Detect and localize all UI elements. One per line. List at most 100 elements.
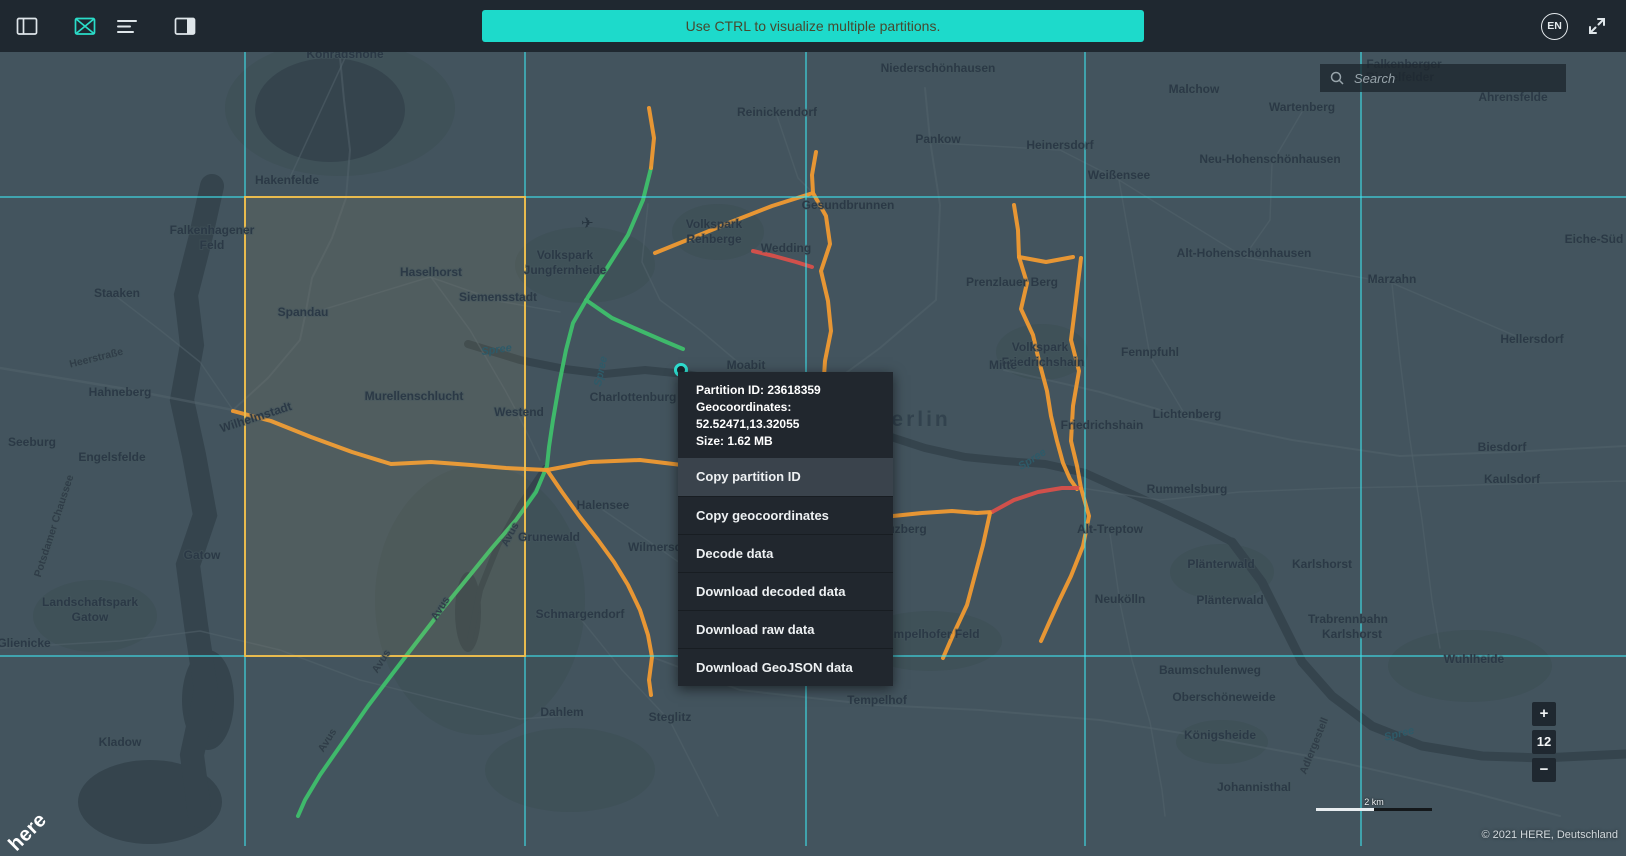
map-label: Engelsfelde: [78, 450, 146, 464]
map-label: Eiche-Süd: [1565, 232, 1624, 246]
traffic-road: [1039, 486, 1091, 643]
map-label: Weißensee: [1088, 168, 1151, 182]
map-label: Volkspark: [686, 217, 743, 231]
map-label: Fennpfuhl: [1121, 345, 1179, 359]
street-line: [937, 142, 1533, 344]
partitions-button[interactable]: [74, 14, 96, 38]
panel-right-button[interactable]: [174, 14, 196, 38]
map-attribution: © 2021 HERE, Deutschland: [1481, 829, 1618, 841]
language-button[interactable]: EN: [1541, 12, 1568, 40]
map-label: Siemensstadt: [459, 290, 537, 304]
map-label: Niederschönhausen: [881, 61, 996, 75]
search-input[interactable]: [1352, 69, 1556, 87]
map-label: Staaken: [94, 286, 140, 300]
panel-left-icon: [16, 17, 38, 35]
map-label: Mitte: [989, 358, 1017, 372]
map-label: Marzahn: [1368, 272, 1417, 286]
fullscreen-button[interactable]: [1586, 14, 1608, 38]
map-label: Kaulsdorf: [1484, 472, 1541, 486]
geocoordinates-label: Geocoordinates:: [696, 400, 792, 414]
list-icon: [117, 19, 137, 33]
map-label: Murellenschlucht: [365, 389, 464, 403]
partition-size-line: Size: 1.62 MB: [696, 434, 773, 448]
traffic-road: [1069, 256, 1083, 490]
map-label: Gatow: [72, 610, 109, 624]
map-label: Westend: [494, 405, 544, 419]
map-label: Schmargendorf: [536, 607, 626, 621]
layers-list-button[interactable]: [116, 14, 138, 38]
map-label: Haselhorst: [400, 265, 462, 279]
traffic-road: [1017, 255, 1075, 264]
map-label: Hahneberg: [89, 385, 152, 399]
map-label: Tempelhof: [847, 693, 908, 707]
menu-item[interactable]: Download decoded data: [678, 572, 893, 610]
map-label: Malchow: [1169, 82, 1220, 96]
map-label: Potsdamer Chaussee: [32, 473, 76, 578]
map-label: Wartenberg: [1269, 100, 1335, 114]
zoom-in-button[interactable]: +: [1532, 702, 1556, 726]
lake: [255, 58, 405, 162]
scale-line: [1316, 808, 1432, 811]
map-label: Tempelhofer Feld: [880, 627, 979, 641]
street-line: [776, 115, 814, 194]
menu-item[interactable]: Copy geocoordinates: [678, 496, 893, 534]
map-label: Hakenfelde: [255, 173, 319, 187]
map-label: Wedding: [761, 241, 811, 255]
panel-left-button[interactable]: [16, 14, 38, 38]
street-line: [1243, 111, 1303, 258]
menu-item[interactable]: Download raw data: [678, 610, 893, 648]
menu-item[interactable]: Download GeoJSON data: [678, 648, 893, 686]
map-label: Hellersdorf: [1500, 332, 1564, 346]
map-label: Baumschulenweg: [1159, 663, 1261, 677]
map-label: Friedrichshain: [1061, 418, 1144, 432]
panel-right-icon: [174, 17, 196, 35]
notification-banner: Use CTRL to visualize multiple partition…: [482, 10, 1144, 42]
fullscreen-icon: [1589, 18, 1605, 34]
search-box[interactable]: [1320, 64, 1566, 92]
map-label: Johannisthal: [1217, 780, 1291, 794]
airport-icon: ✈: [581, 215, 594, 232]
map-label: Lichtenberg: [1153, 407, 1222, 421]
menu-item[interactable]: Decode data: [678, 534, 893, 572]
street-line: [1003, 369, 1626, 457]
map-label: Falkenhagener: [170, 223, 255, 237]
map-label: Charlottenburg: [590, 390, 677, 404]
map-label: Dahlem: [540, 705, 583, 719]
map-label: Gesundbrunnen: [802, 198, 895, 212]
map-label: Gatow: [184, 548, 221, 562]
map-label: Rummelsburg: [1147, 482, 1228, 496]
context-menu-items: Copy partition ID Copy geocoordinates Deco…: [678, 458, 893, 686]
map-label: Halensee: [577, 498, 630, 512]
map-label: Prenzlauer Berg: [966, 275, 1058, 289]
toolbar-right-group: EN: [1541, 12, 1608, 40]
map-label: Plänterwald: [1187, 557, 1254, 571]
map-label: Pankow: [915, 132, 961, 146]
map-label: Neukölln: [1095, 592, 1146, 606]
map-label: Karlshorst: [1322, 627, 1382, 641]
map-label: Adlergestell: [1297, 716, 1331, 776]
map-label: Königsheide: [1184, 728, 1256, 742]
map-label: Karlshorst: [1292, 557, 1352, 571]
partition-id-line: Partition ID: 23618359: [696, 383, 821, 397]
zoom-out-button[interactable]: −: [1532, 758, 1556, 782]
map-label: Alt-Hohenschönhausen: [1177, 246, 1312, 260]
map-label: Glienicke: [0, 636, 51, 650]
map-label: Volkspark: [537, 248, 594, 262]
map-label: Oberschöneweide: [1172, 690, 1276, 704]
map-label: Spandau: [278, 305, 329, 319]
scale-bar: 2 km: [1316, 797, 1432, 811]
map-label: Biesdorf: [1478, 440, 1528, 454]
map-label: Volkspark: [1012, 340, 1069, 354]
search-icon: [1330, 71, 1344, 85]
map-label: Jungfernheide: [524, 263, 607, 277]
selected-partition-highlight[interactable]: [244, 196, 526, 657]
map-label: Feld: [200, 238, 225, 252]
partition-context-menu: Partition ID: 23618359 Geocoordinates: 5…: [678, 372, 893, 686]
traffic-road: [647, 106, 656, 170]
partitions-icon: [74, 17, 96, 35]
map-label: Seeburg: [8, 435, 56, 449]
street-line: [1109, 533, 1166, 817]
map-label: Reinickendorf: [737, 105, 818, 119]
menu-item[interactable]: Copy partition ID: [678, 458, 893, 496]
zoom-control: + 12 −: [1532, 702, 1556, 782]
